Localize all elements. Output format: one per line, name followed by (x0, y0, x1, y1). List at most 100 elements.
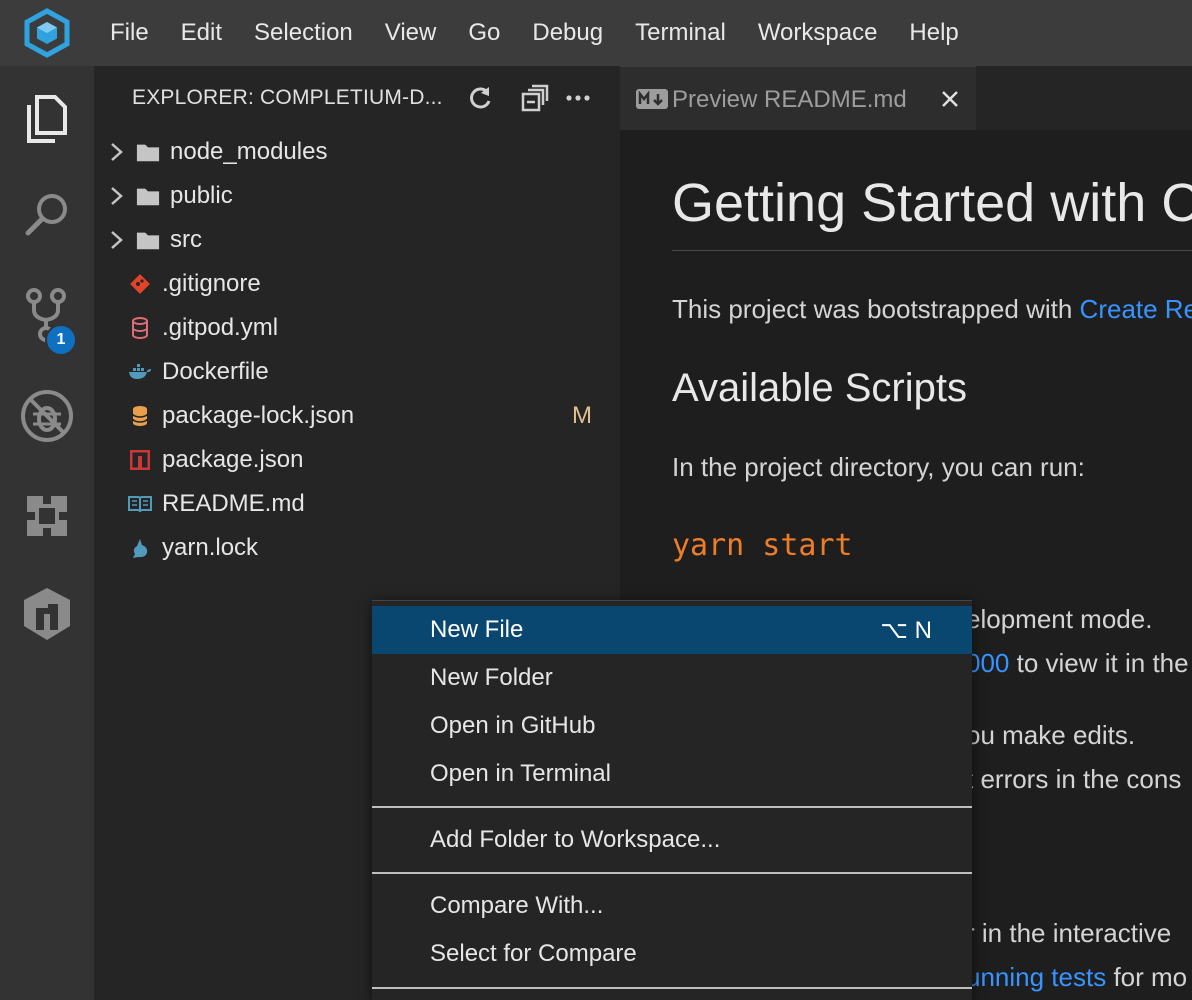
menu-separator (372, 872, 972, 874)
close-icon[interactable] (938, 87, 962, 111)
menu-item-open-in-terminal[interactable]: Open in Terminal (372, 750, 972, 798)
yarn-icon (128, 536, 152, 560)
tree-item-label: package-lock.json (162, 402, 355, 429)
tree-item-label: public (170, 182, 233, 209)
tab-preview-readme[interactable]: Preview README.md (620, 66, 976, 130)
readme-title: Getting Started with Create React App (672, 173, 1192, 233)
menu-item-new-file[interactable]: New File ⌥ N (372, 606, 972, 654)
menu-item-label: Open in Terminal (430, 760, 611, 787)
heading-divider (672, 250, 1192, 251)
more-actions-icon[interactable] (562, 82, 594, 114)
menu-help[interactable]: Help (893, 0, 974, 66)
source-control-badge: 1 (45, 324, 77, 356)
menu-item-label: New Folder (430, 664, 553, 691)
tree-item-label: yarn.lock (162, 534, 259, 561)
chevron-right-icon[interactable] (106, 230, 126, 250)
refresh-icon[interactable] (464, 82, 496, 114)
partial-line: elopment mode. (966, 604, 1153, 634)
menu-item-compare-with[interactable]: Compare With... (372, 882, 972, 930)
partial-line: t errors in the cons (966, 764, 1182, 794)
menu-item-label: Select for Compare (430, 940, 637, 967)
menu-workspace[interactable]: Workspace (742, 0, 894, 66)
menu-item-label: Add Folder to Workspace... (430, 826, 721, 853)
tree-item-yarn-lock[interactable]: yarn.lock (94, 526, 620, 570)
partial-line: ou make edits. (966, 720, 1136, 750)
partial-line: unning tests for mo (966, 962, 1187, 993)
menu-item-select-for-compare[interactable]: Select for Compare (372, 930, 972, 978)
git-icon (128, 272, 152, 296)
tree-item-label: src (170, 226, 202, 253)
intro-paragraph: This project was bootstrapped with Creat… (672, 294, 1192, 325)
tree-item-src[interactable]: src (94, 218, 620, 262)
partial-line-text: for mo (1106, 962, 1188, 992)
menu-separator (372, 987, 972, 989)
folder-icon (136, 228, 160, 252)
menu-separator (372, 806, 972, 808)
code-heading: yarn start (672, 528, 853, 563)
chevron-right-icon[interactable] (106, 186, 126, 206)
tree-item-node-modules[interactable]: node_modules (94, 130, 620, 174)
tree-item-public[interactable]: public (94, 174, 620, 218)
scripts-paragraph: In the project directory, you can run: (672, 452, 1085, 482)
menu-view[interactable]: View (369, 0, 453, 66)
source-control-icon[interactable]: 1 (0, 276, 94, 356)
menu-item-label: New File (430, 616, 524, 643)
db-icon (128, 404, 152, 428)
tree-item-label: package.json (162, 446, 304, 473)
menu-go[interactable]: Go (452, 0, 516, 66)
chevron-right-icon[interactable] (106, 142, 126, 162)
search-icon[interactable] (0, 174, 94, 254)
title-bar: File Edit Selection View Go Debug Termin… (0, 0, 1192, 66)
menu-item-add-folder-to-workspace[interactable]: Add Folder to Workspace... (372, 816, 972, 864)
section-heading: Available Scripts (672, 366, 967, 410)
menu-item-shortcut: ⌥ N (880, 617, 932, 644)
create-react-app-link[interactable]: Create React App (1080, 294, 1192, 324)
debug-icon[interactable] (0, 376, 94, 456)
menu-edit[interactable]: Edit (165, 0, 238, 66)
tab-label: Preview README.md (672, 86, 907, 113)
editor-tab-bar: Preview README.md (620, 66, 1192, 130)
npm-icon (128, 448, 152, 472)
tree-item-label: .gitignore (162, 270, 261, 297)
tree-item-package-lock-json[interactable]: package-lock.json M (94, 394, 620, 438)
menu-selection[interactable]: Selection (238, 0, 369, 66)
explorer-title: EXPLORER: COMPLETIUM-D... (132, 86, 443, 109)
tree-item-label: Dockerfile (162, 358, 269, 385)
context-menu: New File ⌥ N New Folder Open in GitHub O… (372, 600, 972, 1000)
localhost-link[interactable]: 000 (966, 648, 1009, 678)
partial-line: r in the interactive (966, 918, 1172, 948)
menu-file[interactable]: File (94, 0, 165, 66)
folder-icon (136, 140, 160, 164)
partial-line-text: to view it in the (1009, 648, 1189, 678)
folder-icon (136, 184, 160, 208)
activity-bar: 1 (0, 66, 94, 1000)
collapse-all-icon[interactable] (519, 82, 551, 114)
tree-item-label: node_modules (170, 138, 328, 165)
tree-item-label: README.md (162, 490, 305, 517)
extensions-icon[interactable] (0, 476, 94, 556)
intro-text: This project was bootstrapped with (672, 294, 1080, 324)
menu-item-new-folder[interactable]: New Folder (372, 654, 972, 702)
tree-item-package-json[interactable]: package.json (94, 438, 620, 482)
file-tree: node_modules public src .gitignore .gitp… (94, 130, 620, 570)
partial-line: 000 to view it in the (966, 648, 1189, 679)
book-icon (128, 492, 152, 516)
gitpod-icon[interactable] (0, 574, 94, 654)
docker-icon (128, 360, 152, 384)
tree-item-gitignore[interactable]: .gitignore (94, 262, 620, 306)
explorer-header: EXPLORER: COMPLETIUM-D... (94, 66, 620, 130)
markdown-icon (636, 89, 668, 109)
tree-item-dockerfile[interactable]: Dockerfile (94, 350, 620, 394)
gitpod-logo-icon[interactable] (0, 0, 94, 66)
menu-bar: File Edit Selection View Go Debug Termin… (94, 0, 975, 66)
git-modified-badge: M (572, 402, 592, 429)
tree-item-readme-md[interactable]: README.md (94, 482, 620, 526)
menu-terminal[interactable]: Terminal (619, 0, 742, 66)
tree-item-gitpod-yml[interactable]: .gitpod.yml (94, 306, 620, 350)
menu-debug[interactable]: Debug (516, 0, 619, 66)
yaml-icon (128, 316, 152, 340)
running-tests-link[interactable]: unning tests (966, 962, 1106, 992)
menu-item-open-in-github[interactable]: Open in GitHub (372, 702, 972, 750)
explorer-icon[interactable] (0, 78, 94, 158)
menu-item-label: Open in GitHub (430, 712, 596, 739)
